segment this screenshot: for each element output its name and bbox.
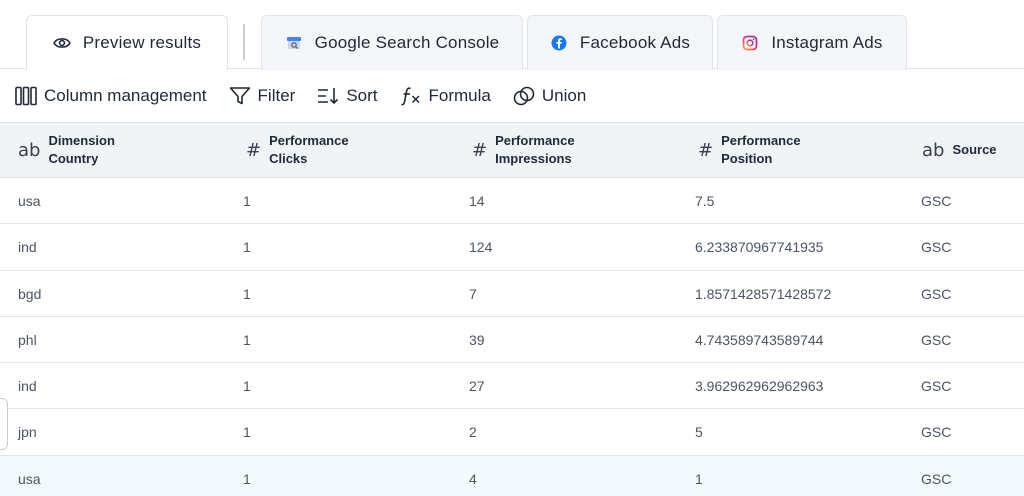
column-header-line2: Country xyxy=(48,151,99,166)
tab-instagram-ads[interactable]: Instagram Ads xyxy=(717,15,907,70)
table-row: usa 1 14 7.5 GSC xyxy=(0,178,1024,225)
formula-label: Formula xyxy=(428,86,491,105)
cell-position[interactable]: 3.962962962962963 xyxy=(695,363,823,409)
column-header-performance-clicks[interactable]: # Performance Clicks xyxy=(246,123,349,177)
table-header: ab Dimension Country # Performance Clicks … xyxy=(0,122,1024,178)
union-icon xyxy=(513,86,535,106)
column-management-label: Column management xyxy=(44,86,207,105)
cell-source[interactable]: GSC xyxy=(921,178,951,224)
cell-country[interactable]: phl xyxy=(18,317,37,363)
cell-position[interactable]: 5 xyxy=(695,409,703,455)
table-row: bgd 1 7 1.8571428571428572 GSC xyxy=(0,270,1024,317)
column-header-line1: Performance xyxy=(721,133,801,148)
cell-source[interactable]: GSC xyxy=(921,456,951,496)
side-panel-handle[interactable] xyxy=(0,398,8,450)
cell-source[interactable]: GSC xyxy=(921,271,951,317)
filter-button[interactable]: Filter xyxy=(229,86,296,106)
cell-country[interactable]: usa xyxy=(18,456,41,496)
cell-source[interactable]: GSC xyxy=(921,224,951,270)
google-search-console-icon xyxy=(285,34,303,52)
filter-label: Filter xyxy=(257,86,296,105)
toolbar: Column management Filter Sort Formula Un… xyxy=(0,70,1024,122)
column-header-source[interactable]: ab Source xyxy=(922,123,997,177)
cell-country[interactable]: usa xyxy=(18,178,41,224)
tab-label: Facebook Ads xyxy=(579,33,691,52)
cell-impressions[interactable]: 14 xyxy=(469,178,485,224)
cell-clicks[interactable]: 1 xyxy=(243,409,251,455)
cell-impressions[interactable]: 2 xyxy=(469,409,477,455)
column-header-line2: Position xyxy=(721,151,773,166)
tab-preview-results[interactable]: Preview results xyxy=(26,15,228,70)
cell-position[interactable]: 4.743589743589744 xyxy=(695,317,823,363)
union-button[interactable]: Union xyxy=(513,85,586,107)
formula-button[interactable]: Formula xyxy=(400,86,491,106)
tab-facebook-ads[interactable]: Facebook Ads xyxy=(527,15,713,70)
preview-table: ab Dimension Country # Performance Clicks … xyxy=(0,122,1024,496)
column-header-line1: Performance xyxy=(269,133,349,148)
columns-icon xyxy=(15,86,37,106)
cell-impressions[interactable]: 27 xyxy=(469,363,485,409)
number-type-icon: # xyxy=(246,139,262,161)
cell-impressions[interactable]: 7 xyxy=(469,271,477,317)
cell-source[interactable]: GSC xyxy=(921,363,951,409)
cell-clicks[interactable]: 1 xyxy=(243,456,251,496)
number-type-icon: # xyxy=(472,139,488,161)
column-header-dimension-country[interactable]: ab Dimension Country xyxy=(18,123,115,177)
cell-country[interactable]: ind xyxy=(18,363,37,409)
column-header-line1: Source xyxy=(952,142,997,157)
cell-clicks[interactable]: 1 xyxy=(243,271,251,317)
table-row: ind 1 124 6.233870967741935 GSC xyxy=(0,224,1024,271)
column-header-performance-impressions[interactable]: # Performance Impressions xyxy=(472,123,575,177)
column-header-performance-position[interactable]: # Performance Position xyxy=(698,123,801,177)
table-row: ind 1 27 3.962962962962963 GSC xyxy=(0,363,1024,410)
eye-icon xyxy=(52,34,71,52)
cell-position[interactable]: 6.233870967741935 xyxy=(695,224,823,270)
cell-clicks[interactable]: 1 xyxy=(243,224,251,270)
cell-clicks[interactable]: 1 xyxy=(243,317,251,363)
table-row: phl 1 39 4.743589743589744 GSC xyxy=(0,316,1024,364)
column-header-line2: Clicks xyxy=(269,151,308,166)
union-label: Union xyxy=(541,86,587,105)
column-header-line2: Impressions xyxy=(495,151,572,166)
facebook-icon xyxy=(550,34,568,52)
tab-divider xyxy=(243,24,245,60)
formula-icon xyxy=(400,87,420,106)
cell-country[interactable]: ind xyxy=(18,224,37,270)
cell-clicks[interactable]: 1 xyxy=(243,363,251,409)
tab-label: Instagram Ads xyxy=(771,33,883,52)
cell-impressions[interactable]: 124 xyxy=(469,224,492,270)
cell-source[interactable]: GSC xyxy=(921,317,951,363)
cell-position[interactable]: 1 xyxy=(695,456,703,496)
cell-country[interactable]: jpn xyxy=(18,409,37,455)
column-management-button[interactable]: Column management xyxy=(15,86,207,106)
sort-button[interactable]: Sort xyxy=(317,86,378,106)
cell-impressions[interactable]: 39 xyxy=(469,317,485,363)
cell-position[interactable]: 1.8571428571428572 xyxy=(695,271,831,317)
text-type-icon: ab xyxy=(18,139,41,161)
cell-impressions[interactable]: 4 xyxy=(469,456,477,496)
sort-icon xyxy=(318,88,339,105)
cell-position[interactable]: 7.5 xyxy=(695,178,714,224)
column-header-line1: Performance xyxy=(495,133,575,148)
column-header-line1: Dimension xyxy=(48,133,115,148)
filter-icon xyxy=(229,87,250,105)
instagram-icon xyxy=(741,34,759,52)
number-type-icon: # xyxy=(698,139,714,161)
sort-label: Sort xyxy=(346,86,378,105)
cell-source[interactable]: GSC xyxy=(921,409,951,455)
tabs-bar: Preview results Google Search Console Fa… xyxy=(0,0,1024,70)
cell-country[interactable]: bgd xyxy=(18,271,41,317)
cell-clicks[interactable]: 1 xyxy=(243,178,251,224)
table-row: usa 1 4 1 GSC xyxy=(0,455,1024,496)
tab-label: Google Search Console xyxy=(314,33,500,52)
tab-label: Preview results xyxy=(82,33,202,52)
text-type-icon: ab xyxy=(922,139,945,161)
table-row: jpn 1 2 5 GSC xyxy=(0,409,1024,456)
tab-google-search-console[interactable]: Google Search Console xyxy=(261,15,523,70)
